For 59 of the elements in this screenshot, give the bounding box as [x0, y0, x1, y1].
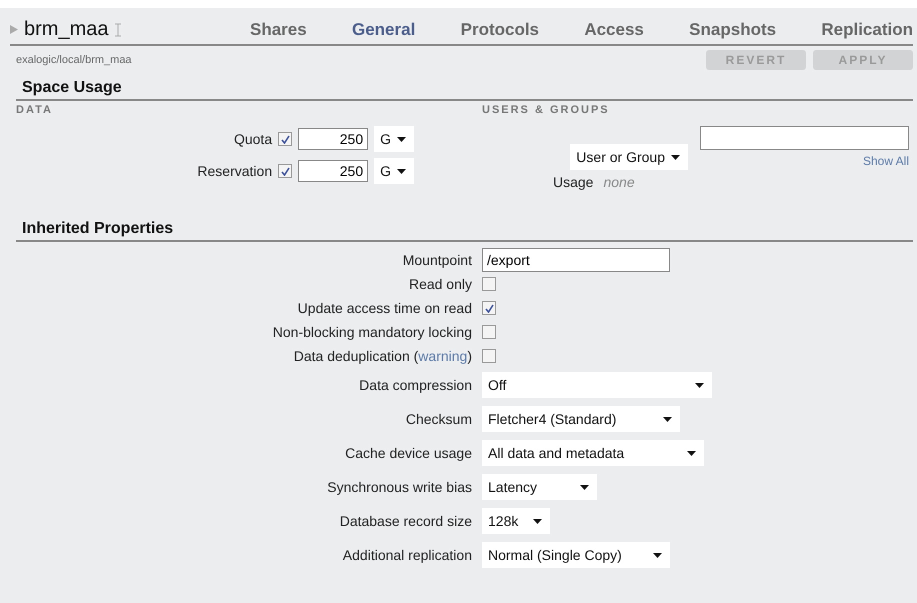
user-field[interactable] [700, 126, 909, 150]
size-field[interactable]: 250 [298, 160, 368, 182]
share-path: exalogic/local/brm_maa [16, 54, 132, 66]
property-label: Update access time on read [296, 300, 472, 316]
caret-icon [397, 168, 406, 174]
property-label: Additional replication [342, 547, 472, 563]
show-all-link[interactable]: Show All [862, 154, 909, 168]
section-title: Space Usage [22, 79, 122, 96]
usage-value: none [603, 174, 635, 190]
tab[interactable]: General [352, 20, 416, 40]
checkbox[interactable] [278, 164, 292, 178]
tab[interactable]: Snapshots [689, 20, 776, 40]
usage-label: Usage [553, 174, 594, 190]
caret-icon [653, 552, 662, 558]
property-label: Synchronous write bias [326, 479, 472, 495]
expand-arrow-icon[interactable] [10, 25, 18, 34]
caret-icon [687, 450, 696, 456]
text-cursor-icon [114, 22, 122, 36]
property-select[interactable]: Off [482, 372, 712, 398]
tab[interactable]: Access [584, 20, 644, 40]
caret-icon [695, 382, 704, 388]
property-select[interactable]: Fletcher4 (Standard) [482, 406, 680, 432]
section-title: Inherited Properties [22, 220, 174, 237]
property-label: Data deduplication (warning) [292, 348, 472, 364]
caret-icon [580, 484, 589, 490]
tab[interactable]: Protocols [460, 20, 540, 40]
property-label: Cache device usage [344, 445, 472, 461]
user-type-select[interactable]: User or Group [570, 144, 688, 170]
unit-select[interactable]: G [374, 158, 414, 184]
property-label: Database record size [338, 513, 472, 529]
property-select[interactable]: Normal (Single Copy) [482, 542, 670, 568]
warning-link[interactable]: warning [418, 348, 468, 364]
property-label: Mountpoint [402, 252, 472, 268]
checkbox[interactable] [278, 132, 292, 146]
checkbox[interactable] [482, 301, 496, 315]
share-title: brm_maa [24, 18, 108, 41]
field-label: Reservation [197, 163, 272, 179]
property-select[interactable]: All data and metadata [482, 440, 704, 466]
size-field[interactable]: 250 [298, 128, 368, 150]
text-field[interactable]: /export [482, 248, 670, 272]
property-select[interactable]: 128k [482, 508, 550, 534]
checkbox[interactable] [482, 325, 496, 339]
property-label: Data compression [358, 377, 472, 393]
tab[interactable]: Replication [821, 20, 913, 40]
section-subheading: USERS & GROUPS [482, 103, 611, 116]
caret-icon [533, 518, 542, 524]
property-select[interactable]: Latency [482, 474, 597, 500]
caret-icon [671, 154, 680, 160]
property-label: Read only [408, 276, 472, 292]
caret-icon [663, 416, 672, 422]
checkbox[interactable] [482, 277, 496, 291]
unit-select[interactable]: G [374, 126, 414, 152]
property-label: Checksum [404, 411, 472, 427]
tab[interactable]: Shares [250, 20, 307, 40]
property-label: Non-blocking mandatory locking [272, 324, 472, 340]
field-label: Quota [234, 131, 272, 147]
section-subheading: DATA [16, 103, 54, 116]
caret-icon [397, 136, 406, 142]
checkbox[interactable] [482, 349, 496, 363]
